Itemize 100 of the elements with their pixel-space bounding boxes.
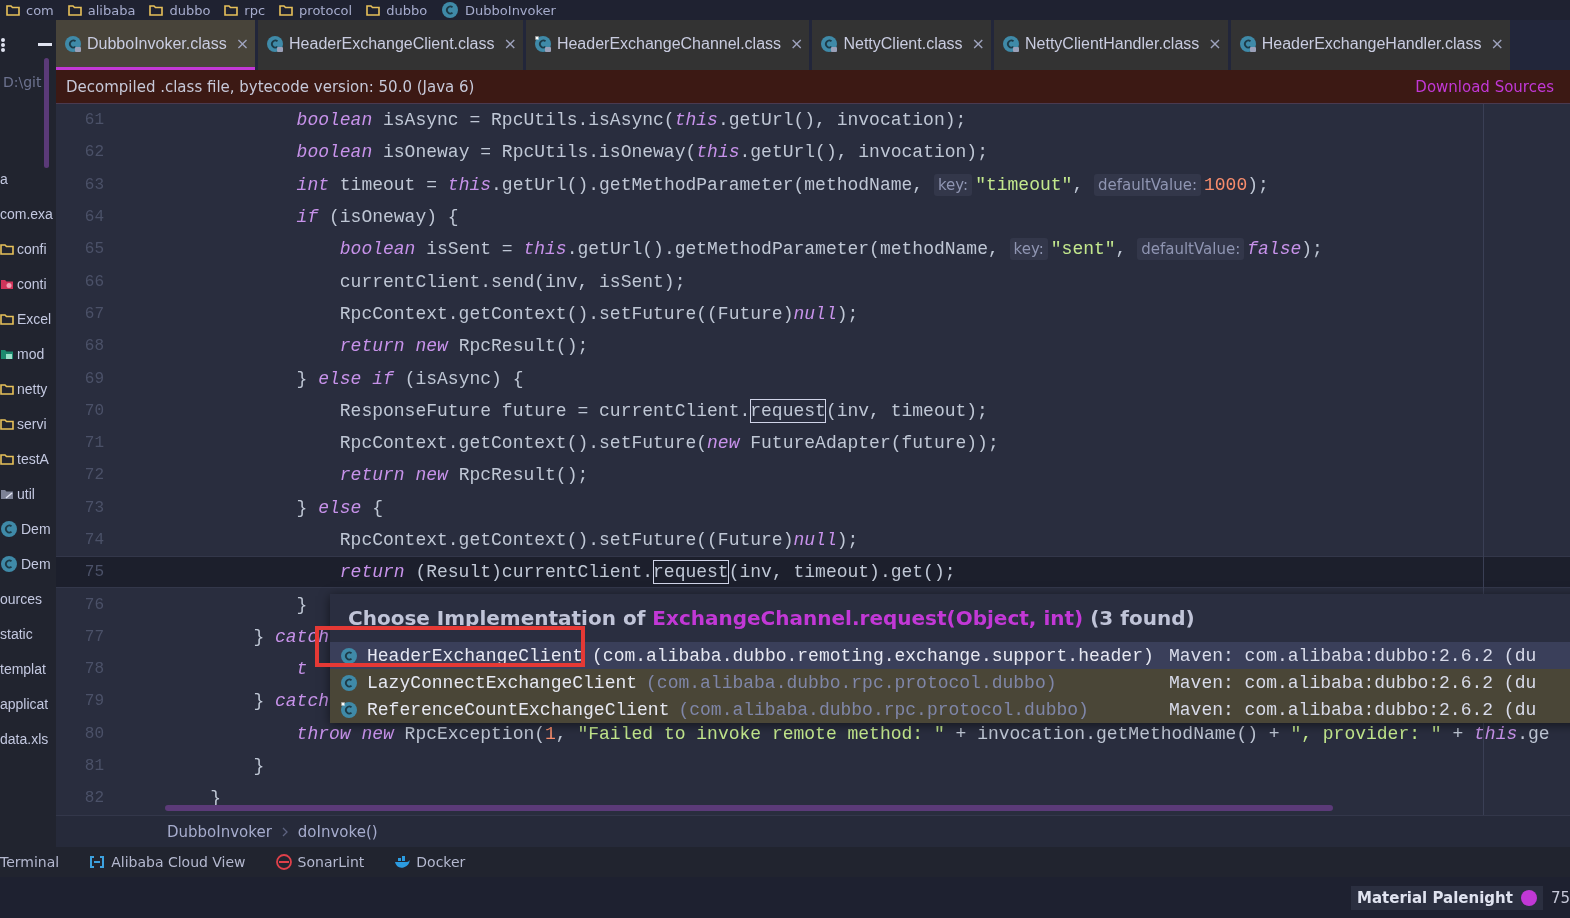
path-crumb[interactable]: dubbo (366, 2, 428, 18)
folder-icon (149, 4, 164, 16)
project-item[interactable]: Dem (21, 520, 51, 537)
code-text: } (296, 594, 308, 615)
code-text: ResponseFuture future = currentClient. (339, 400, 751, 421)
class-icon (1002, 34, 1020, 53)
library-source: Maven: com.alibaba:dubbo:2.6.2 (du (1169, 645, 1537, 666)
project-item[interactable]: servi (17, 415, 47, 432)
scrollbar[interactable] (165, 805, 1333, 811)
class-icon (0, 519, 18, 538)
code-number: 1000 (1204, 174, 1248, 195)
path-crumb[interactable]: dubbo (149, 2, 211, 18)
editor-tab[interactable]: HeaderExchangeHandler.class × (1230, 20, 1510, 70)
code-string: "sent" (1050, 239, 1116, 260)
package-name: (com.alibaba.dubbo.rpc.protocol.dubbo) (678, 699, 1089, 720)
folder-icon (279, 4, 294, 16)
class-name: ReferenceCountExchangeClient (367, 699, 670, 720)
code-keyword: boolean (296, 142, 373, 163)
class-name: LazyConnectExchangeClient (367, 672, 638, 693)
interface-icon (340, 700, 358, 719)
code-keyword: boolean (339, 239, 416, 260)
implementation-item[interactable]: HeaderExchangeClient (com.alibaba.dubbo.remoting.exchange.support.header) Maven: com.alibaba:dubbo:2.6.2 (du (330, 642, 1570, 669)
found-count: (3 found) (1090, 606, 1195, 630)
editor-tab[interactable]: HeaderExchangeClient.class × (258, 20, 523, 70)
path-crumb[interactable]: com (6, 2, 54, 18)
project-item[interactable]: util (17, 485, 35, 502)
path-crumb[interactable]: DubboInvoker (441, 1, 556, 19)
code-text: timeout = (338, 174, 439, 195)
download-sources-link[interactable]: Download Sources (1415, 77, 1554, 96)
code-string: "Failed to invoke remote method: " (577, 723, 945, 744)
code-text: .getUrl(), invocation); (739, 142, 988, 163)
project-item[interactable]: static (0, 625, 33, 642)
close-icon[interactable]: × (1208, 34, 1222, 53)
interface-icon (533, 34, 552, 53)
project-item[interactable]: data.xls (0, 730, 49, 747)
project-item[interactable]: com.exa (0, 205, 53, 222)
project-item[interactable]: templat (0, 660, 46, 677)
editor-tab[interactable]: DubboInvoker.class × (56, 20, 256, 70)
project-item[interactable]: applicat (0, 695, 49, 712)
class-icon (441, 1, 460, 19)
class-icon (340, 673, 358, 692)
project-item[interactable]: conti (17, 275, 47, 292)
code-keyword: this (523, 239, 567, 260)
minimize-icon[interactable] (38, 43, 52, 47)
scrollbar[interactable] (44, 58, 49, 168)
path-label: alibaba (87, 2, 136, 18)
editor-tab[interactable]: NettyClientHandler.class × (994, 20, 1228, 70)
project-item[interactable]: Excel (17, 310, 52, 327)
code-text: .ge (1517, 723, 1550, 744)
path-label: dubbo (386, 2, 428, 18)
chevron-icon (281, 826, 288, 837)
code-text: (isOneway) { (328, 207, 459, 228)
usage-highlight: request (750, 398, 826, 423)
code-text: (inv, timeout).get(); (728, 562, 956, 583)
folder-icon (0, 417, 14, 430)
project-item[interactable]: ources (0, 590, 43, 607)
breadcrumb[interactable]: doInvoke() (297, 822, 378, 841)
tool-window-button[interactable]: Terminal (0, 854, 60, 870)
code-text: RpcException( (403, 723, 546, 744)
path-label: protocol (299, 2, 353, 18)
class-name: HeaderExchangeClient (367, 645, 584, 666)
close-icon[interactable]: × (1490, 34, 1504, 53)
code-text: ); (836, 530, 859, 550)
code-keyword: catch (275, 691, 329, 712)
project-item[interactable]: confi (17, 240, 47, 257)
path-crumb[interactable]: protocol (279, 2, 353, 18)
project-item[interactable]: netty (17, 380, 48, 397)
close-icon[interactable]: × (971, 34, 985, 53)
cloud-icon (89, 856, 106, 868)
close-icon[interactable]: × (790, 34, 804, 53)
code-text: } (253, 756, 265, 777)
more-icon[interactable] (0, 37, 6, 53)
project-item[interactable]: a (0, 170, 8, 187)
theme-indicator[interactable]: Material Palenight (1351, 885, 1543, 910)
tab-label: NettyClientHandler.class (1025, 34, 1200, 53)
close-icon[interactable]: × (235, 34, 250, 53)
code-text: isOneway = RpcUtils.isOneway( (382, 142, 697, 163)
status-text: 75 (1550, 888, 1570, 907)
project-path: D:\git (2, 74, 43, 90)
editor-tab[interactable]: NettyClient.class × (812, 20, 991, 70)
code-keyword: t (296, 659, 308, 680)
project-item[interactable]: Dem (21, 555, 51, 572)
tool-window-button[interactable]: SonarLint (275, 854, 365, 870)
path-crumb[interactable]: rpc (224, 2, 266, 18)
gear-folder-icon (0, 277, 14, 290)
project-item[interactable]: mod (17, 345, 45, 362)
code-text: currentClient.send(inv, isSent); (339, 271, 686, 292)
folder-icon (0, 382, 14, 395)
implementation-item[interactable]: ReferenceCountExchangeClient (com.alibaba.dubbo.rpc.protocol.dubbo) Maven: com.alibaba:dubbo:2.6.2 (du (330, 696, 1570, 723)
breadcrumb[interactable]: DubboInvoker (167, 822, 272, 841)
tool-window-button[interactable]: Alibaba Cloud View (89, 854, 246, 870)
close-icon[interactable]: × (503, 34, 517, 53)
implementation-item[interactable]: LazyConnectExchangeClient (com.alibaba.dubbo.rpc.protocol.dubbo) Maven: com.alibaba:dubbo:2.6.2 (du (330, 669, 1570, 696)
path-label: com (26, 2, 54, 18)
editor-tab[interactable]: HeaderExchangeChannel.class × (525, 20, 810, 70)
path-crumb[interactable]: alibaba (67, 2, 136, 18)
code-keyword: this (696, 142, 740, 163)
project-item[interactable]: testA (17, 450, 49, 467)
tool-window-button[interactable]: Docker (394, 854, 466, 870)
parameter-hint: key: (1009, 238, 1048, 261)
